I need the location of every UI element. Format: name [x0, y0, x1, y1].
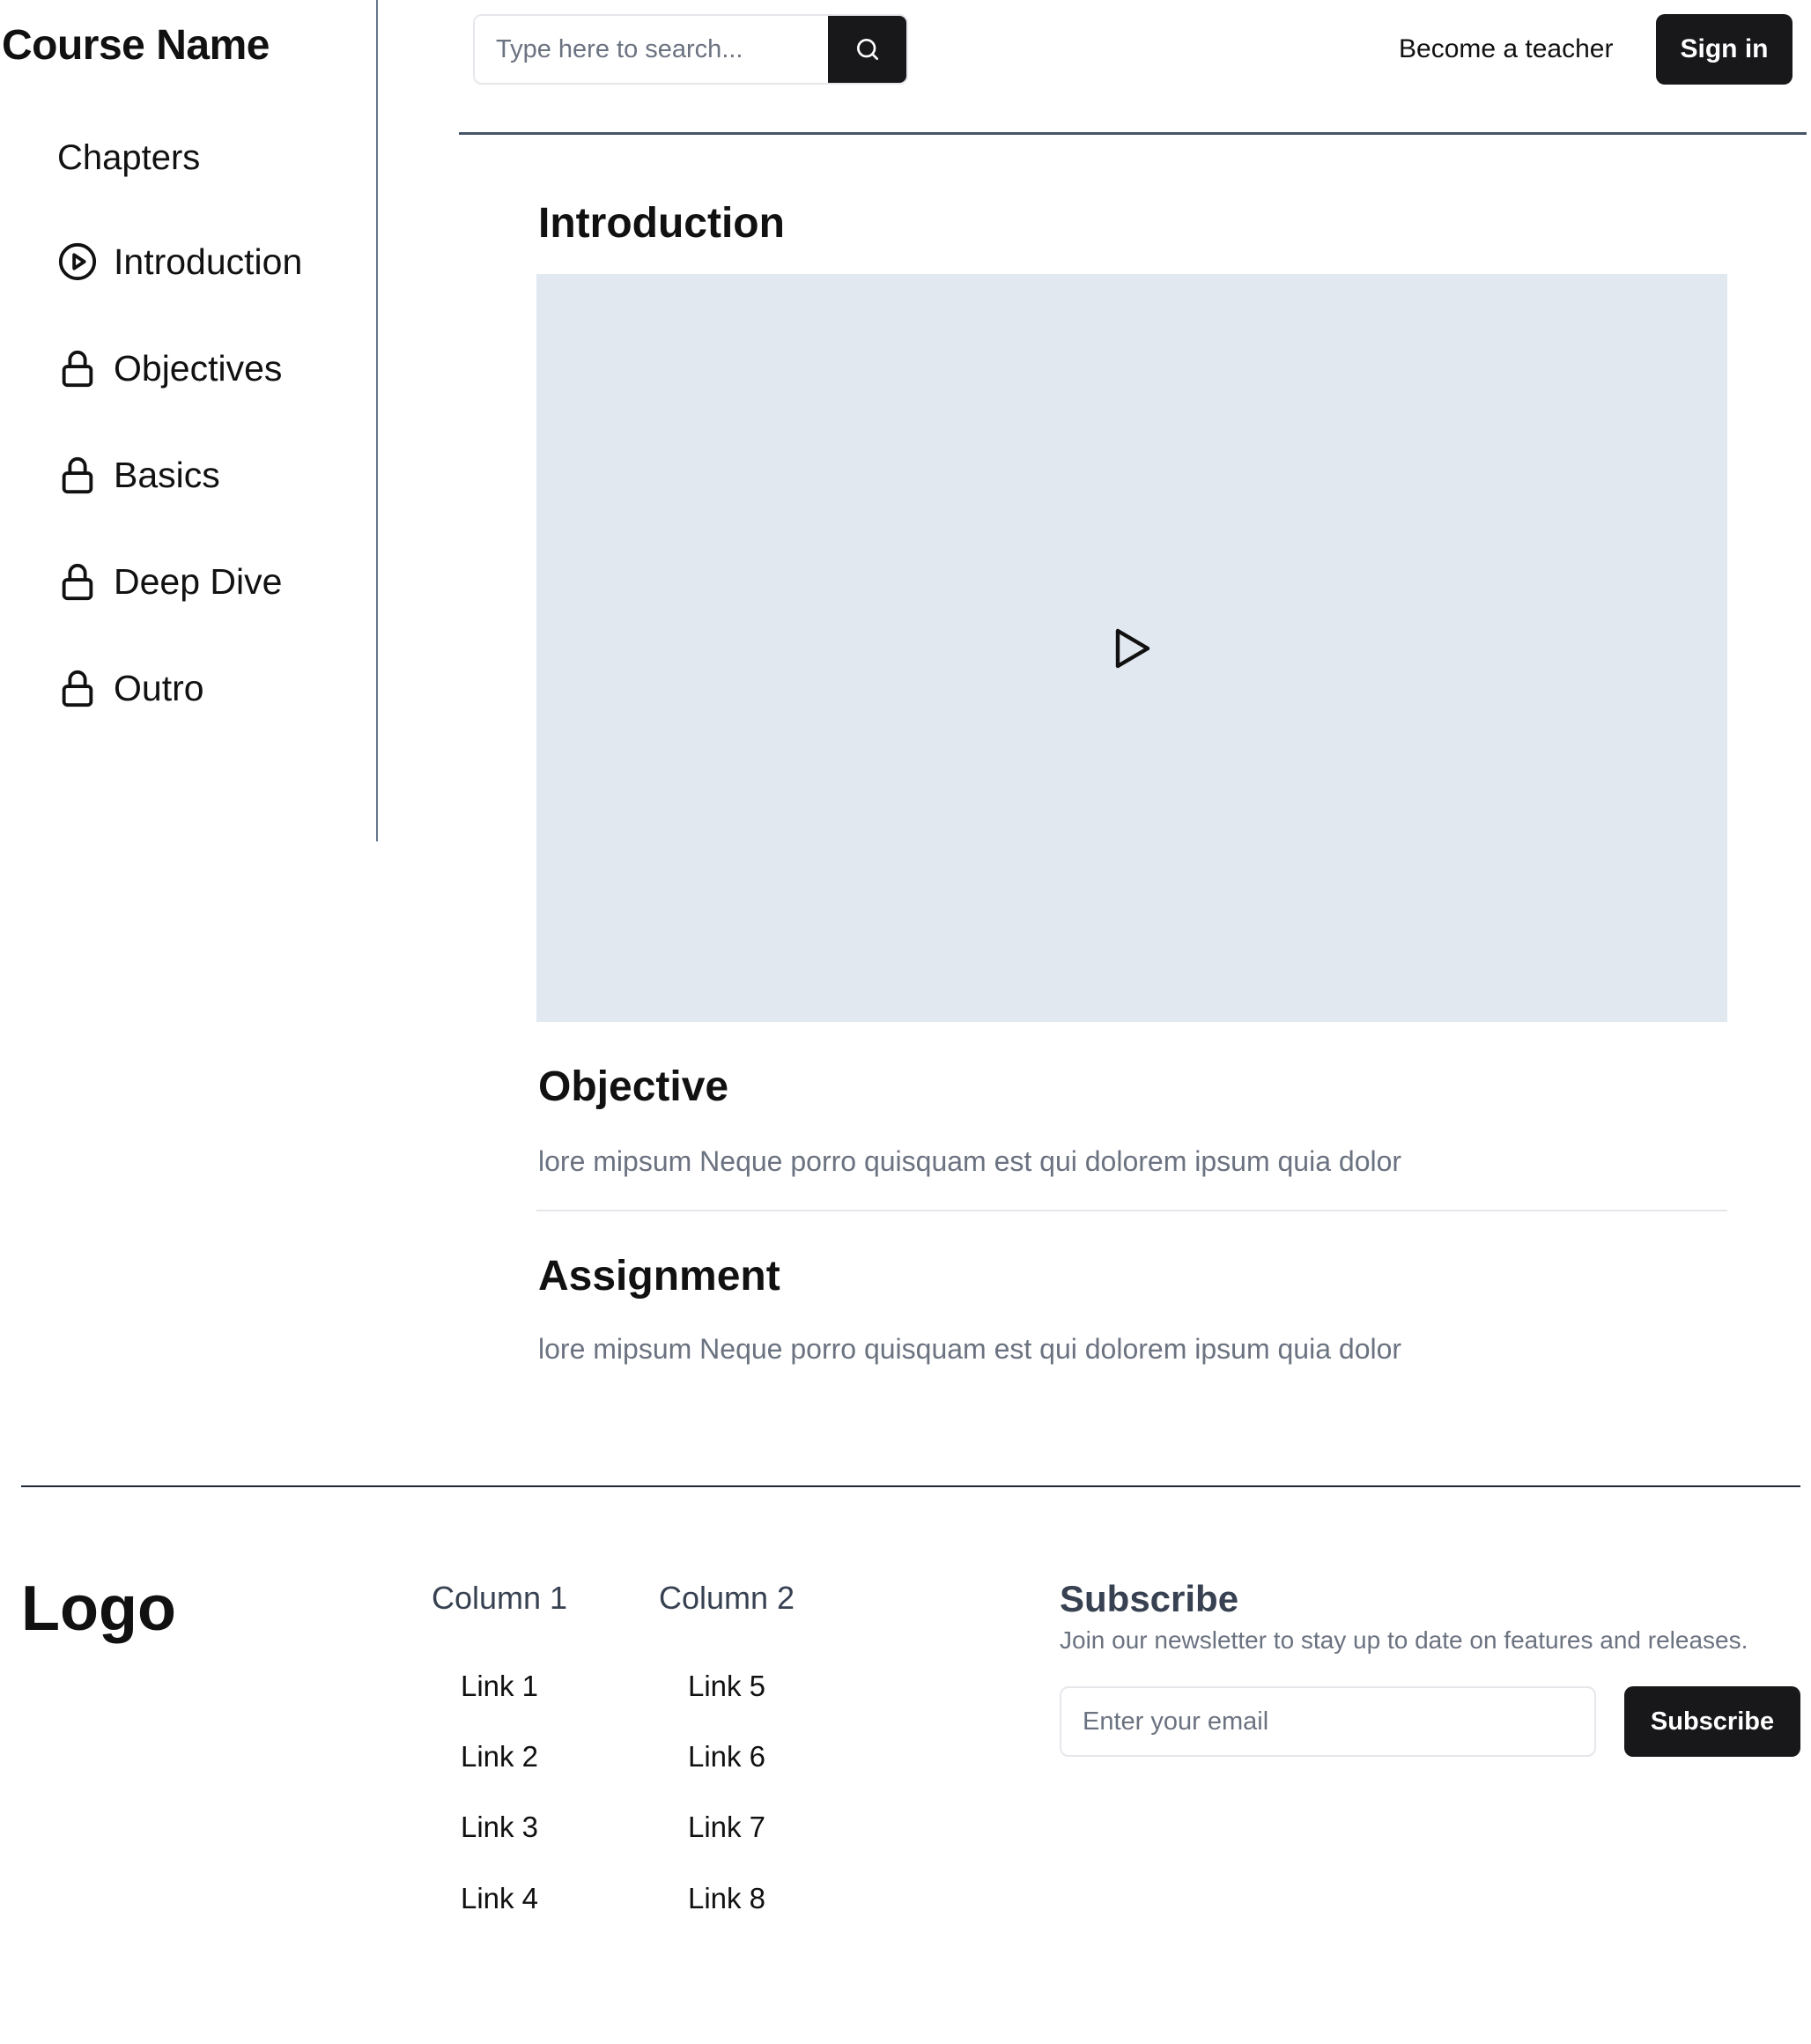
lock-icon	[57, 561, 98, 602]
chapter-item-deep-dive[interactable]: Deep Dive	[57, 555, 282, 608]
footer-link[interactable]: Link 3	[429, 1808, 570, 1847]
lock-icon	[57, 455, 98, 495]
footer-link[interactable]: Link 8	[654, 1879, 799, 1918]
play-circle-icon	[57, 241, 98, 282]
objective-text: lore mipsum Neque porro quisquam est qui…	[538, 1145, 1402, 1177]
sign-in-button[interactable]: Sign in	[1656, 14, 1793, 85]
footer-link[interactable]: Link 6	[654, 1737, 799, 1776]
footer-column-1-title: Column 1	[431, 1580, 568, 1616]
footer-link[interactable]: Link 5	[654, 1667, 799, 1706]
play-icon[interactable]	[1112, 627, 1151, 670]
search-icon	[856, 39, 878, 60]
chapter-item-basics[interactable]: Basics	[57, 448, 220, 501]
chapter-label: Basics	[114, 454, 220, 495]
chapters-heading: Chapters	[57, 138, 201, 177]
course-title: Course Name	[2, 22, 270, 69]
chapter-item-objectives[interactable]: Objectives	[57, 342, 282, 395]
section-divider	[536, 1210, 1727, 1211]
search-button[interactable]	[828, 16, 906, 83]
sidebar-divider	[376, 0, 378, 841]
email-field[interactable]	[1060, 1686, 1596, 1757]
search-input[interactable]	[475, 16, 828, 83]
chapter-item-introduction[interactable]: Introduction	[57, 235, 302, 288]
chapter-label: Introduction	[114, 241, 303, 282]
header-divider	[459, 132, 1807, 135]
assignment-text: lore mipsum Neque porro quisquam est qui…	[538, 1333, 1402, 1365]
objective-title: Objective	[538, 1063, 729, 1110]
video-player[interactable]	[536, 274, 1727, 1022]
footer-divider	[21, 1485, 1800, 1487]
footer-column-2-title: Column 2	[658, 1580, 795, 1616]
lock-icon	[57, 668, 98, 708]
footer-logo: Logo	[21, 1574, 176, 1644]
subscribe-button[interactable]: Subscribe	[1624, 1686, 1800, 1757]
chapter-label: Outro	[114, 667, 204, 708]
subscribe-title: Subscribe	[1060, 1578, 1239, 1619]
footer-link[interactable]: Link 4	[429, 1879, 570, 1918]
search-bar	[473, 14, 908, 85]
chapter-label: Objectives	[114, 347, 283, 389]
footer-link[interactable]: Link 2	[429, 1737, 570, 1776]
subscribe-description: Join our newsletter to stay up to date o…	[1060, 1626, 1748, 1654]
lock-icon	[57, 348, 98, 389]
footer-link[interactable]: Link 7	[654, 1808, 799, 1847]
assignment-title: Assignment	[538, 1253, 780, 1300]
become-teacher-link[interactable]: Become a teacher	[1399, 32, 1613, 67]
intro-title: Introduction	[538, 200, 785, 247]
chapter-item-outro[interactable]: Outro	[57, 662, 204, 715]
chapter-label: Deep Dive	[114, 560, 283, 602]
footer-link[interactable]: Link 1	[429, 1667, 570, 1706]
